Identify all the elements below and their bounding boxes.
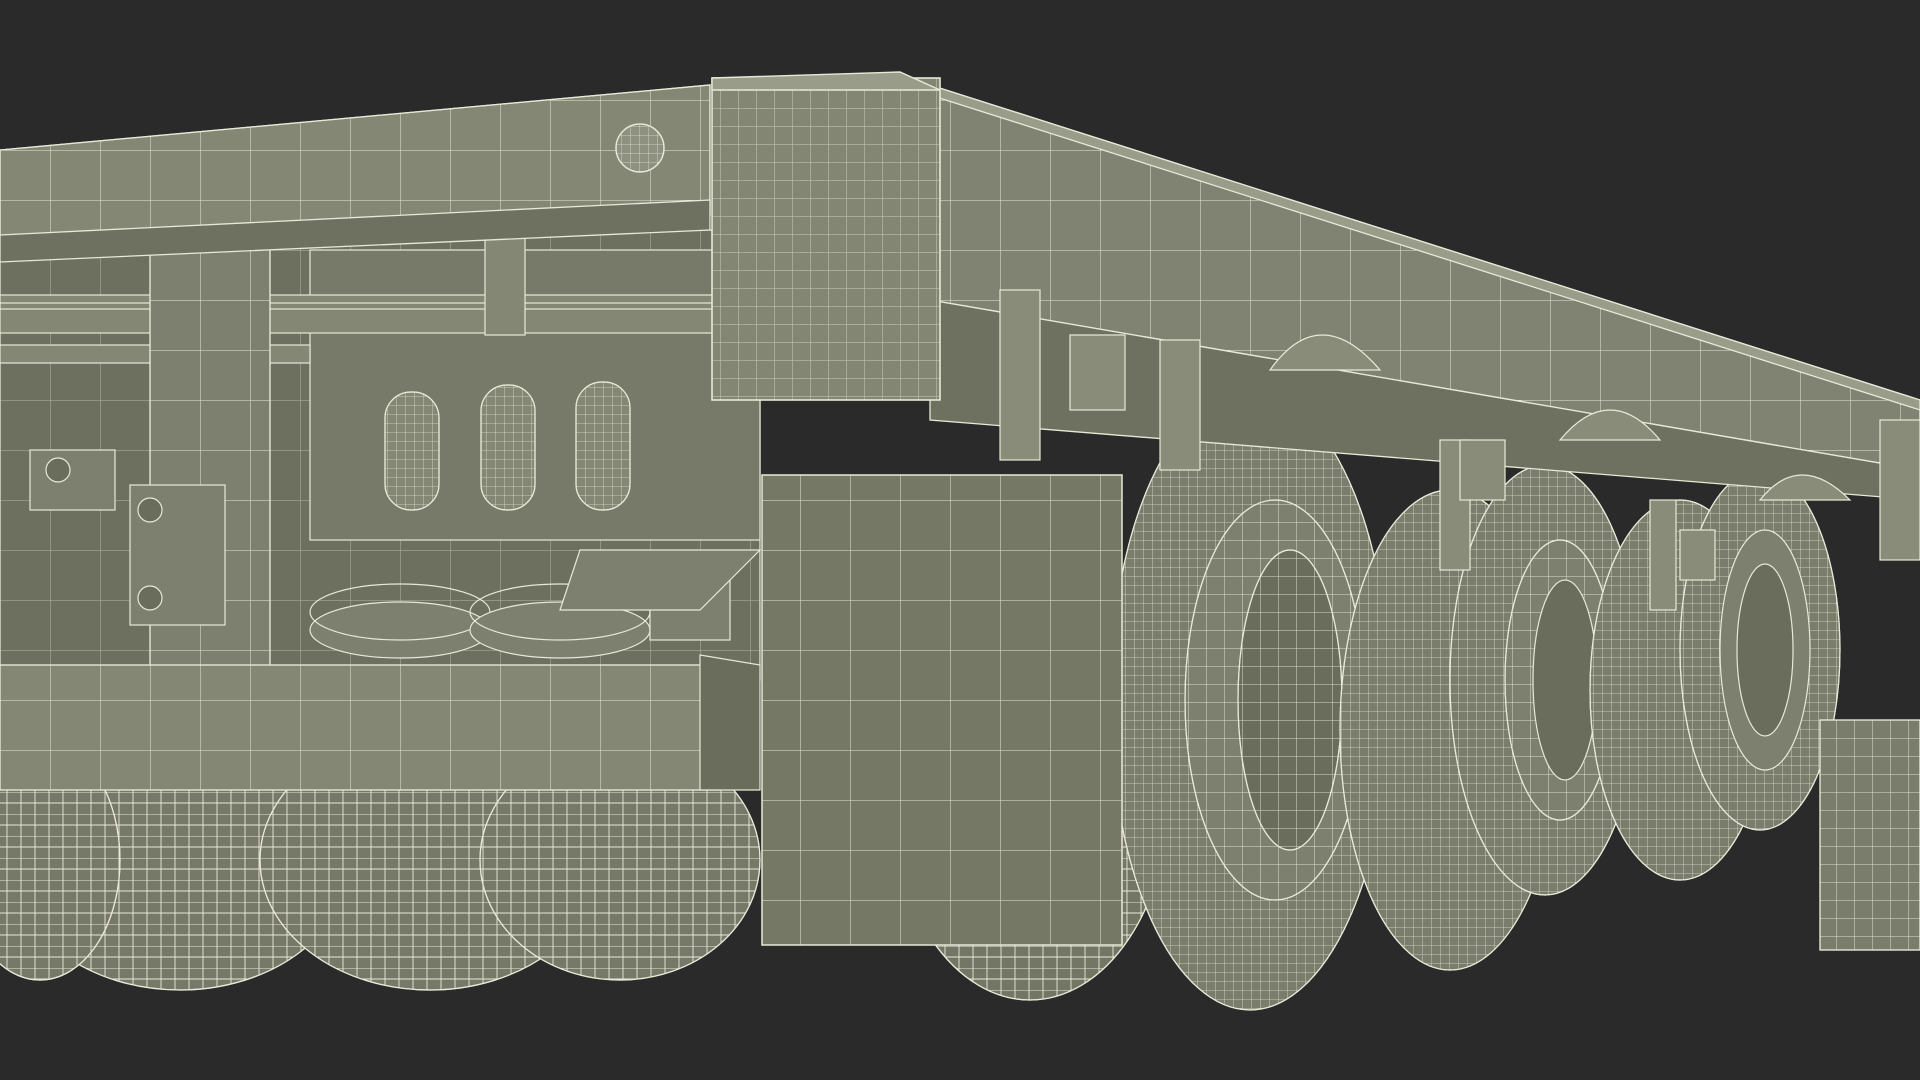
wireframe-render <box>0 0 1920 1080</box>
mud-flap <box>761 474 1123 946</box>
rear-lights <box>384 381 631 511</box>
rear-bumper <box>0 654 761 791</box>
far-crossmember <box>1819 719 1920 951</box>
corner-block <box>711 71 941 401</box>
render-viewport <box>0 0 1920 1080</box>
